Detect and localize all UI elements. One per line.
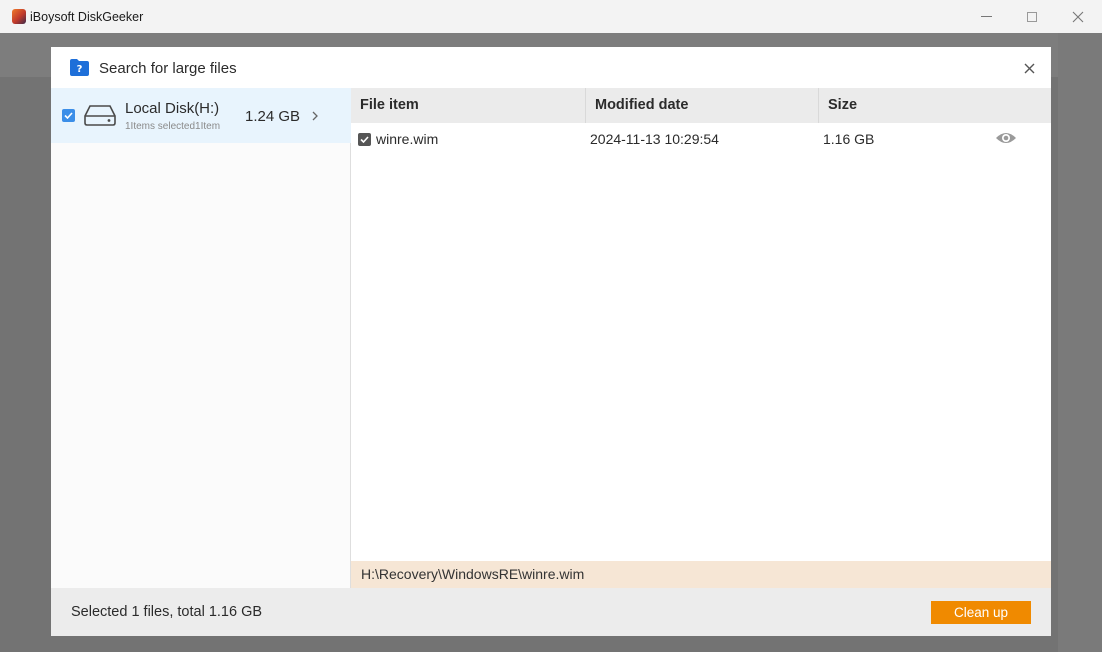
- column-header-size[interactable]: Size: [818, 88, 1051, 123]
- app-logo-icon: [12, 9, 26, 24]
- hard-drive-icon: [84, 105, 116, 126]
- selection-summary: Selected 1 files, total 1.16 GB: [71, 604, 263, 620]
- maximize-icon: [1027, 11, 1037, 22]
- file-path-bar: H:\Recovery\WindowsRE\winre.wim: [351, 561, 1051, 588]
- app-title: iBoysoft DiskGeeker: [30, 10, 144, 24]
- minimize-icon: [980, 16, 992, 17]
- disk-selection-count: 1Items selected1Item: [125, 121, 221, 132]
- checkmark-icon: [64, 112, 73, 119]
- disk-list-pane: Local Disk(H:) 1Items selected1Item 1.24…: [51, 88, 351, 588]
- table-row[interactable]: winre.wim 2024-11-13 10:29:54 1.16 GB: [351, 123, 1051, 155]
- minimize-button[interactable]: [963, 0, 1009, 33]
- title-bar: iBoysoft DiskGeeker: [0, 0, 1102, 33]
- dialog-close-button[interactable]: [1021, 60, 1037, 76]
- disk-item-local-disk-h[interactable]: Local Disk(H:) 1Items selected1Item 1.24…: [51, 88, 351, 143]
- file-size: 1.16 GB: [823, 131, 875, 147]
- close-icon: [1024, 63, 1034, 73]
- dialog-title: Search for large files: [99, 60, 237, 77]
- file-name: winre.wim: [376, 131, 439, 147]
- app-window: iBoysoft DiskGeeker ? Search for large f…: [0, 0, 1102, 652]
- disk-name: Local Disk(H:): [125, 100, 220, 117]
- clean-up-button[interactable]: Clean up: [931, 601, 1031, 624]
- svg-text:?: ?: [77, 64, 83, 75]
- checkmark-icon: [360, 136, 369, 143]
- disk-size: 1.24 GB: [245, 108, 301, 125]
- file-modified-date: 2024-11-13 10:29:54: [590, 131, 719, 147]
- dialog-footer: Selected 1 files, total 1.16 GB Clean up: [51, 588, 1051, 636]
- large-files-dialog: ? Search for large files Local Disk(H:) …: [51, 47, 1051, 636]
- table-header: File item Modified date Size: [351, 88, 1051, 123]
- file-table: File item Modified date Size winre.wim 2…: [351, 88, 1051, 588]
- file-checkbox[interactable]: [358, 133, 371, 146]
- chevron-right-icon: [312, 111, 318, 121]
- column-header-modified-date[interactable]: Modified date: [585, 88, 818, 123]
- disk-checkbox[interactable]: [62, 109, 75, 122]
- column-header-file-item[interactable]: File item: [351, 88, 585, 123]
- maximize-button[interactable]: [1009, 0, 1055, 33]
- window-close-button[interactable]: [1055, 0, 1101, 33]
- close-icon: [1072, 11, 1084, 22]
- folder-question-icon: ?: [70, 59, 89, 76]
- eye-icon[interactable]: [995, 130, 1017, 146]
- dialog-header: ? Search for large files: [51, 47, 1051, 88]
